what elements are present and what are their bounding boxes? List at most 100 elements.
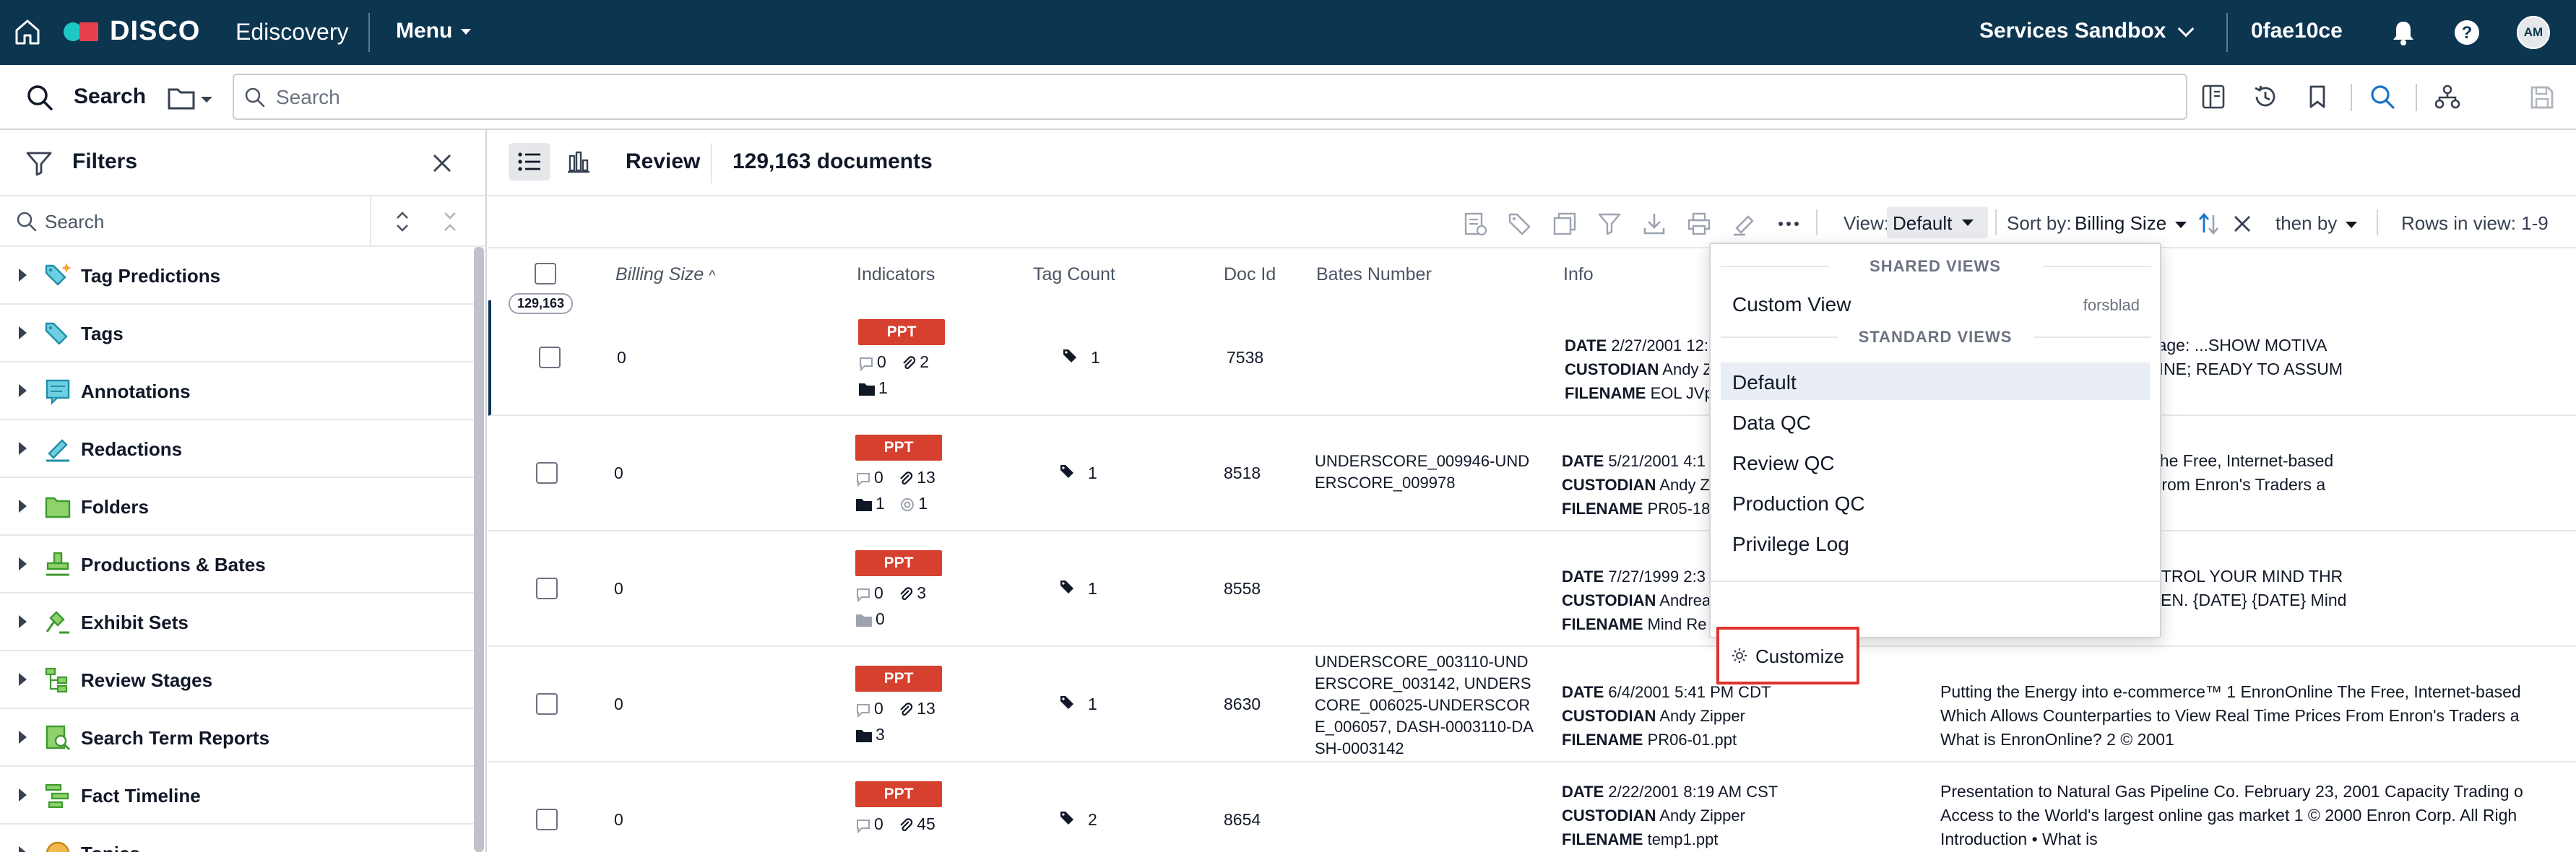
workspace-selector[interactable]: Services Sandbox [1979,19,2195,43]
filter-search-input[interactable]: Search [0,196,485,247]
comment-icon[interactable] [855,471,871,487]
comment-icon[interactable] [855,817,871,834]
folder-icon[interactable] [855,613,873,627]
sort-selector[interactable]: Billing Size [2075,212,2187,235]
filter-item-annotations[interactable]: Annotations [0,362,477,420]
table-row[interactable]: 0 PPT 0 2 1 1 7538 DATE 2/27/2001 12: CU… [488,300,2576,416]
filter-item-exhibit-sets[interactable]: Exhibit Sets [0,594,477,651]
column-bates-number[interactable]: Bates Number [1316,264,1432,285]
folder-icon[interactable] [855,497,873,512]
tag-icon[interactable] [1507,211,1533,237]
expand-triangle-icon[interactable] [19,788,27,801]
filter-icon[interactable] [1596,211,1622,237]
expand-triangle-icon[interactable] [19,673,27,686]
collapse-all-icon[interactable] [438,209,462,234]
filters-scrollbar[interactable] [474,247,484,852]
table-row[interactable]: 0 PPT 0 3 0 1 8558 DATE 7/27/1999 2:3 CU… [488,531,2576,647]
column-billing-size[interactable]: Billing Size ^ [615,264,716,285]
filter-item-search-term-reports[interactable]: Search Term Reports [0,709,477,767]
column-doc-id[interactable]: Doc Id [1224,264,1276,285]
notification-bell-icon[interactable] [2388,17,2419,48]
syntax-guide-button[interactable] [2187,74,2239,120]
table-row[interactable]: 0 PPT 0 13 3 1 8630 UNDERSCORE_003110-UN… [488,647,2576,762]
close-icon[interactable] [431,152,454,175]
copy-folder-icon[interactable] [1552,211,1578,237]
download-icon[interactable] [1641,211,1667,237]
list-view-toggle[interactable] [509,143,550,181]
paperclip-icon[interactable] [898,817,914,833]
saved-searches-button[interactable] [2291,74,2343,120]
filter-item-fact-timeline[interactable]: Fact Timeline [0,767,477,825]
column-info[interactable]: Info [1563,264,1594,285]
chart-view-toggle[interactable] [558,143,600,181]
comment-icon[interactable] [855,586,871,603]
doc-id[interactable]: 7538 [1227,348,1263,368]
paperclip-icon[interactable] [898,586,914,602]
redact-icon[interactable] [1731,211,1757,237]
expand-triangle-icon[interactable] [19,442,27,455]
search-icon[interactable] [25,82,55,113]
filter-item-tag-predictions[interactable]: Tag Predictions [0,247,477,305]
filter-item-folders[interactable]: Folders [0,478,477,536]
doc-id[interactable]: 8558 [1224,579,1261,599]
table-row[interactable]: 0 PPT 0 45 2 8654 DATE 2/22/2001 8:19 AM… [488,762,2576,852]
column-indicators[interactable]: Indicators [857,264,935,285]
table-row[interactable]: 0 PPT 0 13 1 1 1 8518 UNDERSCORE_009946-… [488,416,2576,531]
paperclip-icon[interactable] [898,471,914,487]
expand-triangle-icon[interactable] [19,269,27,282]
expand-triangle-icon[interactable] [19,326,27,339]
view-option-default[interactable]: Default [1721,362,2150,400]
folder-icon[interactable] [855,729,873,743]
paperclip-icon[interactable] [901,355,917,371]
home-icon[interactable] [13,16,42,48]
view-option-privilege-log[interactable]: Privilege Log [1721,524,2150,562]
expand-triangle-icon[interactable] [19,731,27,744]
save-icon[interactable] [2528,84,2556,111]
doc-id[interactable]: 8654 [1224,810,1261,830]
doc-id[interactable]: 8518 [1224,464,1261,483]
view-option-production-qc[interactable]: Production QC [1721,484,2150,521]
print-icon[interactable] [1686,211,1712,237]
brand-name[interactable]: DISCO [110,16,200,47]
select-all-checkbox[interactable] [535,263,556,284]
search-input[interactable]: Search [233,74,2187,120]
filter-item-tags[interactable]: Tags [0,305,477,362]
case-id[interactable]: 0fae10ce [2251,19,2343,43]
expand-triangle-icon[interactable] [19,500,27,513]
sort-direction-icon[interactable] [2196,211,2222,237]
search-history-button[interactable] [2239,74,2291,120]
expand-triangle-icon[interactable] [19,615,27,628]
row-checkbox[interactable] [536,693,558,715]
then-by-selector[interactable]: then by [2275,212,2358,235]
expand-triangle-icon[interactable] [19,557,27,570]
doc-id[interactable]: 8630 [1224,695,1261,714]
search-visualizer-button[interactable] [2421,74,2473,120]
expand-triangle-icon[interactable] [19,846,27,852]
filter-item-review-stages[interactable]: Review Stages [0,651,477,709]
row-checkbox[interactable] [536,578,558,599]
filter-item-redactions[interactable]: Redactions [0,420,477,478]
search-label[interactable]: Search [74,84,146,109]
view-option-custom-view[interactable]: Custom View forsblad [1721,284,2150,322]
view-option-review-qc[interactable]: Review QC [1721,443,2150,481]
filter-item-productions-bates[interactable]: Productions & Bates [0,536,477,594]
menu-button[interactable]: Menu [396,19,472,43]
row-checkbox[interactable] [536,462,558,484]
comment-icon[interactable] [855,702,871,718]
view-selector[interactable]: Default [1887,207,1988,238]
folder-scope-button[interactable] [168,84,214,113]
comment-icon[interactable] [858,355,874,372]
user-avatar[interactable]: AM [2517,16,2550,49]
row-checkbox[interactable] [539,347,561,368]
expand-all-icon[interactable] [390,209,415,234]
expand-triangle-icon[interactable] [19,384,27,397]
version-icon[interactable] [899,497,915,513]
run-search-button[interactable] [2356,74,2408,120]
view-option-data-qc[interactable]: Data QC [1721,403,2150,440]
help-icon[interactable]: ? [2452,17,2482,48]
batch-action-icon[interactable] [1462,211,1488,237]
folder-icon[interactable] [858,382,876,396]
more-options-icon[interactable] [1776,211,1802,237]
clear-sort-icon[interactable] [2229,211,2255,237]
row-checkbox[interactable] [536,809,558,830]
